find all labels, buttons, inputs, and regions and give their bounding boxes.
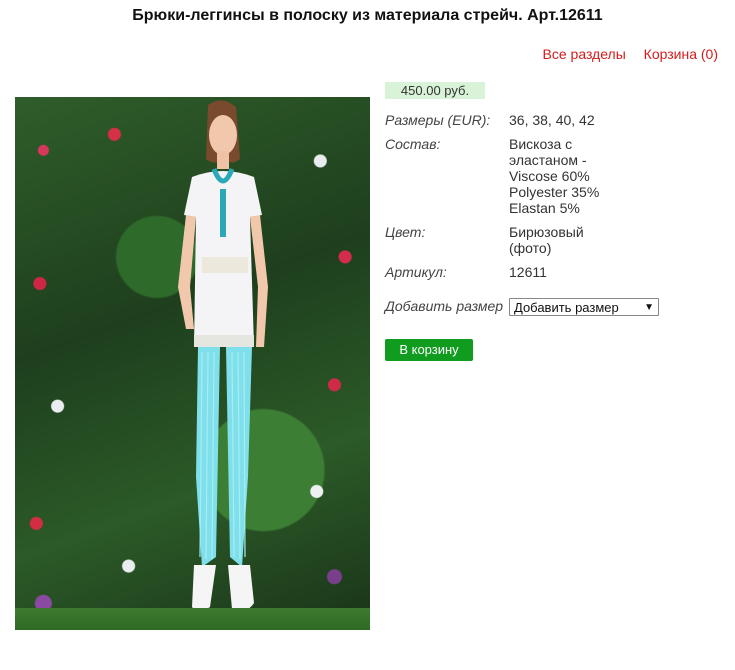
cart-link[interactable]: Корзина (0) <box>644 46 718 62</box>
add-to-cart-button[interactable]: В корзину <box>385 339 473 361</box>
product-photo <box>15 97 370 630</box>
composition-value: Вискоза с эластаном - Viscose 60% Polyes… <box>509 136 600 216</box>
color-row: Цвет: Бирюзовый (фото) <box>385 224 715 256</box>
product-details: Размеры (EUR): 36, 38, 40, 42 Состав: Ви… <box>385 112 715 324</box>
color-label: Цвет: <box>385 224 426 240</box>
sizes-label: Размеры (EUR): <box>385 112 491 128</box>
sizes-row: Размеры (EUR): 36, 38, 40, 42 <box>385 112 715 128</box>
model-figure <box>178 100 268 611</box>
color-value: Бирюзовый (фото) <box>509 224 584 256</box>
size-select[interactable]: Добавить размер ▼ <box>509 298 659 316</box>
article-row: Артикул: 12611 <box>385 264 715 280</box>
article-value: 12611 <box>509 264 547 280</box>
all-sections-link[interactable]: Все разделы <box>543 46 626 62</box>
grass-strip <box>15 608 370 630</box>
add-size-row: Добавить размер Добавить размер ▼ <box>385 298 715 316</box>
sizes-value: 36, 38, 40, 42 <box>509 112 595 128</box>
composition-row: Состав: Вискоза с эластаном - Viscose 60… <box>385 136 715 216</box>
top-navigation: Все разделы Корзина (0) <box>529 46 718 62</box>
chevron-down-icon: ▼ <box>644 301 654 313</box>
article-label: Артикул: <box>385 264 447 280</box>
page-title: Брюки-леггинсы в полоску из материала ст… <box>132 7 603 24</box>
add-size-label: Добавить размер <box>385 298 504 314</box>
size-select-value: Добавить размер <box>514 299 619 315</box>
price-badge: 450.00 руб. <box>385 82 485 99</box>
composition-label: Состав: <box>385 136 441 152</box>
